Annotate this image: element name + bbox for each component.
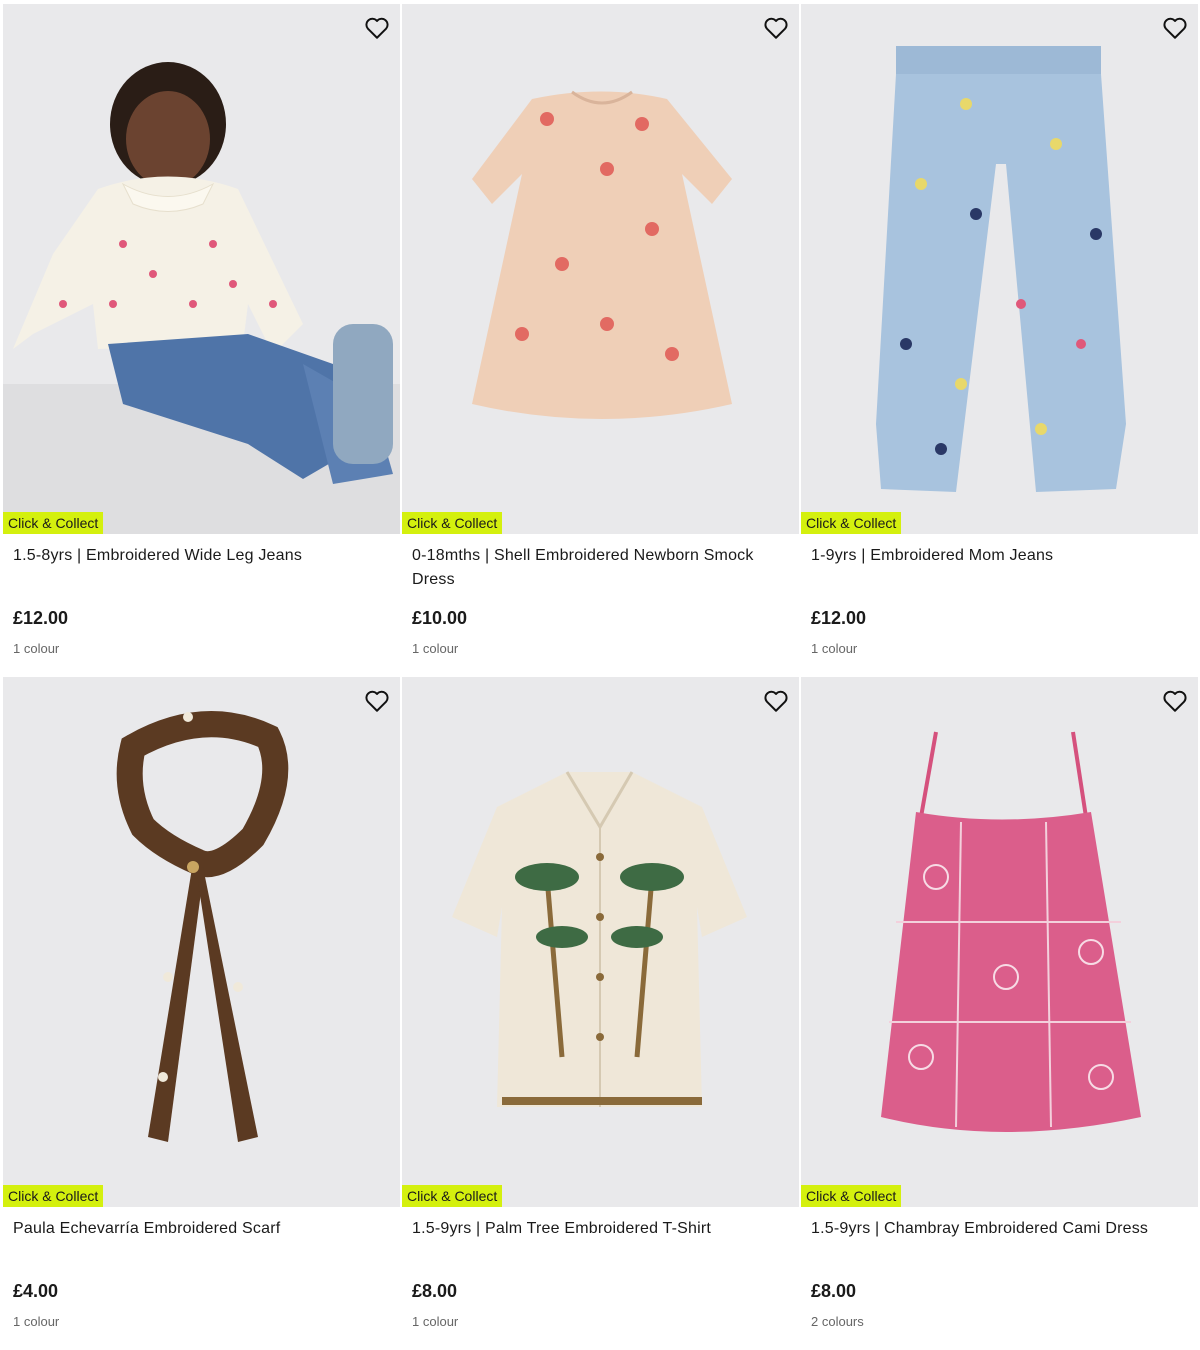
colour-count: 1 colour xyxy=(13,1314,60,1329)
product-title[interactable]: 0-18mths | Shell Embroidered Newborn Smo… xyxy=(412,544,789,592)
product-price: £12.00 xyxy=(13,608,69,628)
click-collect-badge: Click & Collect xyxy=(801,1185,902,1207)
product-title[interactable]: 1.5-9yrs | Palm Tree Embroidered T-Shirt xyxy=(412,1217,789,1265)
smock-dress-photo xyxy=(402,4,799,534)
product-image[interactable]: Click & Collect xyxy=(402,4,799,534)
product-price: £4.00 xyxy=(13,1281,59,1301)
colour-count: 1 colour xyxy=(412,641,459,656)
product-price: £12.00 xyxy=(811,608,867,628)
colour-count: 2 colours xyxy=(811,1314,864,1329)
product-price: £8.00 xyxy=(412,1281,458,1301)
palm-shirt-photo xyxy=(402,677,799,1207)
heart-icon[interactable] xyxy=(364,16,390,40)
product-title[interactable]: Paula Echevarría Embroidered Scarf xyxy=(13,1217,390,1265)
product-card[interactable]: Click & Collect 1.5-9yrs | Chambray Embr… xyxy=(801,677,1198,1350)
scarf-photo xyxy=(3,677,400,1207)
click-collect-badge: Click & Collect xyxy=(3,512,104,534)
product-card[interactable]: Click & Collect 0-18mths | Shell Embroid… xyxy=(402,4,799,677)
girl-jeans-photo xyxy=(3,4,400,534)
product-title[interactable]: 1.5-9yrs | Chambray Embroidered Cami Dre… xyxy=(811,1217,1188,1265)
product-image[interactable]: Click & Collect xyxy=(801,4,1198,534)
product-grid: Click & Collect 1.5-8yrs | Embroidered W… xyxy=(3,4,1198,1350)
mom-jeans-photo xyxy=(801,4,1198,534)
heart-icon[interactable] xyxy=(763,689,789,713)
product-card[interactable]: Click & Collect Paula Echevarría Embroid… xyxy=(3,677,400,1350)
colour-count: 1 colour xyxy=(412,1314,459,1329)
product-image[interactable]: Click & Collect xyxy=(801,677,1198,1207)
heart-icon[interactable] xyxy=(364,689,390,713)
heart-icon[interactable] xyxy=(1162,16,1188,40)
product-card[interactable]: Click & Collect 1.5-9yrs | Palm Tree Emb… xyxy=(402,677,799,1350)
heart-icon[interactable] xyxy=(1162,689,1188,713)
heart-icon[interactable] xyxy=(763,16,789,40)
click-collect-badge: Click & Collect xyxy=(402,512,503,534)
product-image[interactable]: Click & Collect xyxy=(3,677,400,1207)
click-collect-badge: Click & Collect xyxy=(801,512,902,534)
product-title[interactable]: 1-9yrs | Embroidered Mom Jeans xyxy=(811,544,1188,592)
cami-dress-photo xyxy=(801,677,1198,1207)
product-price: £10.00 xyxy=(412,608,468,628)
colour-count: 1 colour xyxy=(811,641,858,656)
product-image[interactable]: Click & Collect xyxy=(402,677,799,1207)
product-image[interactable]: Click & Collect xyxy=(3,4,400,534)
colour-count: 1 colour xyxy=(13,641,60,656)
product-card[interactable]: Click & Collect 1-9yrs | Embroidered Mom… xyxy=(801,4,1198,677)
click-collect-badge: Click & Collect xyxy=(402,1185,503,1207)
product-card[interactable]: Click & Collect 1.5-8yrs | Embroidered W… xyxy=(3,4,400,677)
click-collect-badge: Click & Collect xyxy=(3,1185,104,1207)
product-title[interactable]: 1.5-8yrs | Embroidered Wide Leg Jeans xyxy=(13,544,390,592)
product-price: £8.00 xyxy=(811,1281,857,1301)
